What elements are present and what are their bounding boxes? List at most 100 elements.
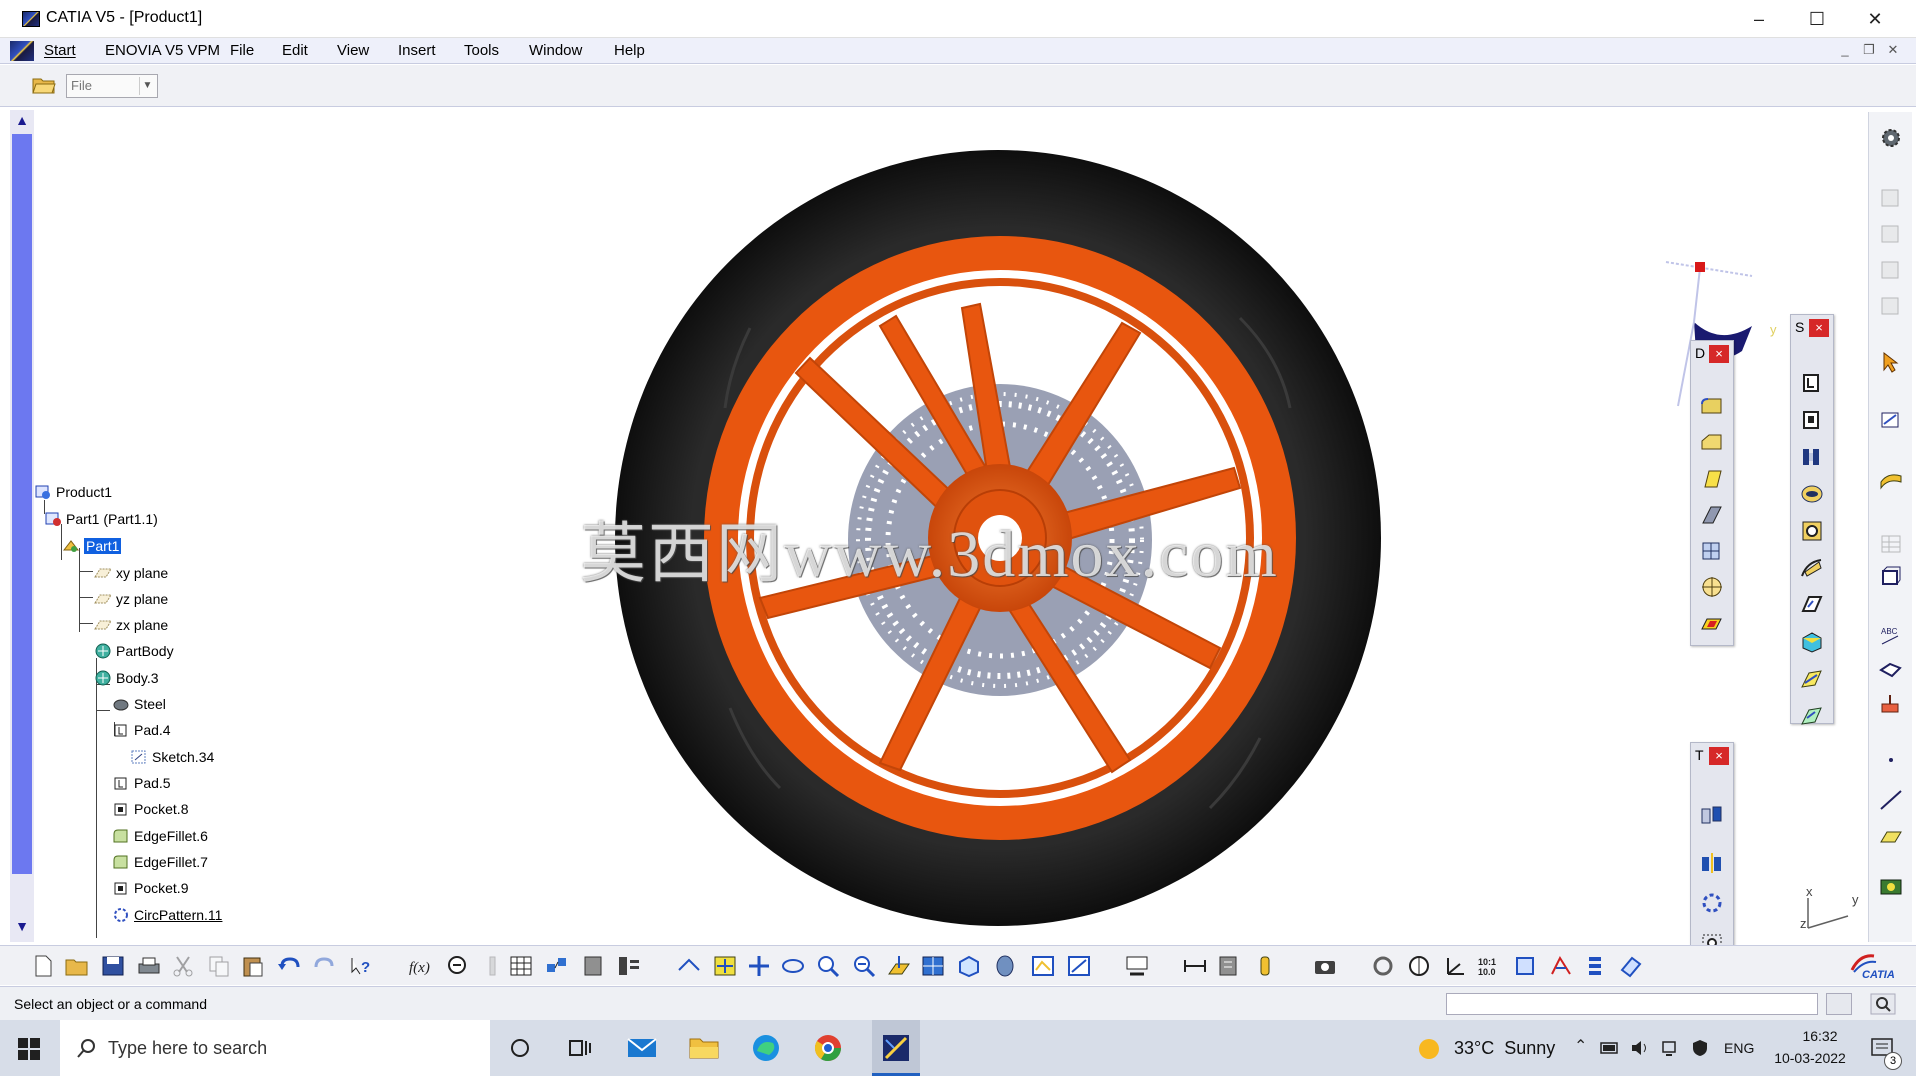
translation-icon[interactable] <box>1699 803 1725 827</box>
sun-weather-icon[interactable] <box>1418 1038 1440 1060</box>
measure-icon[interactable] <box>1878 874 1904 898</box>
axis-system-icon[interactable] <box>1442 954 1468 978</box>
slot-icon[interactable] <box>1799 593 1825 617</box>
cylinder-icon[interactable] <box>1512 954 1538 978</box>
measure-inertia-icon[interactable] <box>1252 954 1278 978</box>
capture-camera-icon[interactable] <box>1312 954 1338 978</box>
pocket-icon[interactable] <box>1799 408 1825 432</box>
chrome-icon[interactable] <box>810 1030 846 1066</box>
network-icon[interactable] <box>1660 1038 1680 1058</box>
redo-icon[interactable] <box>312 954 338 978</box>
tree-node-partbody[interactable]: PartBody <box>94 643 174 659</box>
eraser-icon[interactable] <box>1618 954 1644 978</box>
sketcher-4-icon[interactable] <box>1878 294 1904 318</box>
document-minimize-button[interactable]: _ <box>1836 42 1854 57</box>
clock-time[interactable]: 16:32 <box>1790 1028 1850 1044</box>
cut-icon[interactable] <box>170 954 196 978</box>
multi-view-layout-icon[interactable] <box>920 954 946 978</box>
save-icon[interactable] <box>100 954 126 978</box>
design-table-icon[interactable] <box>508 954 534 978</box>
language-indicator[interactable]: ENG <box>1724 1040 1754 1056</box>
tree-node-steel[interactable]: Steel <box>112 696 166 712</box>
zoom-in-icon[interactable] <box>816 954 842 978</box>
measure-item-icon[interactable] <box>1216 954 1242 978</box>
remove-face-icon[interactable] <box>1699 611 1725 635</box>
circular-pattern-icon[interactable] <box>1699 891 1725 915</box>
rib-icon[interactable] <box>1799 556 1825 580</box>
tree-node-product1[interactable]: Product1 <box>34 484 112 500</box>
tree-node-pad5[interactable]: Pad.5 <box>112 775 171 791</box>
menu-enovia[interactable]: ENOVIA V5 VPM <box>105 42 220 59</box>
print-icon[interactable] <box>136 954 162 978</box>
tree-node-part1[interactable]: Part1 <box>62 537 123 555</box>
pad-icon[interactable] <box>1799 371 1825 395</box>
hole-icon[interactable] <box>1799 519 1825 543</box>
menu-start[interactable]: Start <box>44 42 76 59</box>
file-combo[interactable]: File ▼ <box>66 74 158 98</box>
chevron-up-icon[interactable]: ⌃ <box>1574 1036 1587 1056</box>
gear-icon[interactable] <box>1878 126 1904 150</box>
surface-icon[interactable] <box>1878 468 1904 492</box>
plane-icon[interactable] <box>1878 824 1904 848</box>
open-folder-icon[interactable] <box>32 75 56 95</box>
taskbar-search-box[interactable]: Type here to search <box>60 1020 490 1076</box>
tree-node-circpattern11[interactable]: CircPattern.11 <box>112 907 222 923</box>
chevron-down-icon[interactable]: ▼ <box>139 77 155 95</box>
render-style-icon[interactable] <box>992 954 1018 978</box>
shaft-icon[interactable] <box>1799 445 1825 469</box>
iso-view-icon[interactable] <box>956 954 982 978</box>
line-icon[interactable] <box>1878 788 1904 812</box>
update-icon[interactable] <box>1370 954 1396 978</box>
clock-date[interactable]: 10-03-2022 <box>1770 1050 1850 1066</box>
mirror-icon[interactable] <box>1699 851 1725 875</box>
select-arrow-icon[interactable] <box>1878 350 1904 374</box>
sketcher-1-icon[interactable] <box>1878 186 1904 210</box>
knowledge-advisor-icon[interactable] <box>444 954 470 978</box>
multi-view-icon[interactable] <box>616 954 642 978</box>
catia-taskbar-icon[interactable] <box>872 1020 920 1076</box>
tree-scrollbar[interactable]: ▲ ▼ <box>10 110 34 942</box>
tree-node-pad4[interactable]: Pad.4 <box>112 722 171 738</box>
close-button[interactable]: ✕ <box>1846 0 1904 38</box>
task-view-icon[interactable] <box>562 1030 598 1066</box>
volume-icon[interactable] <box>1630 1038 1650 1058</box>
dress-up-close-button[interactable]: × <box>1709 345 1729 363</box>
tree-node-sketch34[interactable]: Sketch.34 <box>130 749 214 765</box>
instantiate-icon[interactable] <box>544 954 570 978</box>
tree-node-pocket8[interactable]: Pocket.8 <box>112 801 188 817</box>
document-restore-button[interactable]: ❐ <box>1860 42 1878 58</box>
menu-edit[interactable]: Edit <box>282 42 308 59</box>
menu-help[interactable]: Help <box>614 42 645 59</box>
tree-node-part1-instance[interactable]: Part1 (Part1.1) <box>44 511 158 527</box>
scroll-thumb[interactable] <box>12 134 32 874</box>
document-close-button[interactable]: ✕ <box>1884 42 1902 58</box>
fit-all-icon[interactable] <box>712 954 738 978</box>
open-folder-icon[interactable] <box>64 954 90 978</box>
swap-visible-space-icon[interactable] <box>1124 954 1150 978</box>
shell-icon[interactable] <box>1699 503 1725 527</box>
menu-file[interactable]: File <box>230 42 254 59</box>
draft-icon[interactable] <box>1699 467 1725 491</box>
scroll-down-icon[interactable]: ▼ <box>10 918 34 940</box>
menu-insert[interactable]: Insert <box>398 42 436 59</box>
power-input-field[interactable] <box>1446 993 1818 1015</box>
thickness-icon[interactable] <box>1699 539 1725 563</box>
fly-mode-icon[interactable] <box>676 954 702 978</box>
table-grid-icon[interactable] <box>1878 532 1904 556</box>
tree-node-zx-plane[interactable]: zx plane <box>94 617 168 633</box>
box-icon[interactable] <box>1878 564 1904 588</box>
thread-icon[interactable] <box>1699 575 1725 599</box>
maximize-button[interactable]: ☐ <box>1788 0 1846 38</box>
minimize-button[interactable]: – <box>1730 0 1788 38</box>
sketch-icon[interactable] <box>1878 408 1904 432</box>
new-file-icon[interactable] <box>30 954 56 978</box>
named-views-icon[interactable] <box>1030 954 1056 978</box>
text-annotation-icon[interactable]: ABC <box>1878 624 1904 648</box>
tree-node-edgefillet6[interactable]: EdgeFillet.6 <box>112 828 208 844</box>
windows-start-icon[interactable] <box>18 1038 40 1060</box>
command-list-button[interactable] <box>1826 993 1852 1015</box>
sketcher-2-icon[interactable] <box>1878 222 1904 246</box>
copy-icon[interactable] <box>206 954 232 978</box>
security-shield-icon[interactable] <box>1690 1038 1710 1058</box>
transformation-close-button[interactable]: × <box>1709 747 1729 765</box>
